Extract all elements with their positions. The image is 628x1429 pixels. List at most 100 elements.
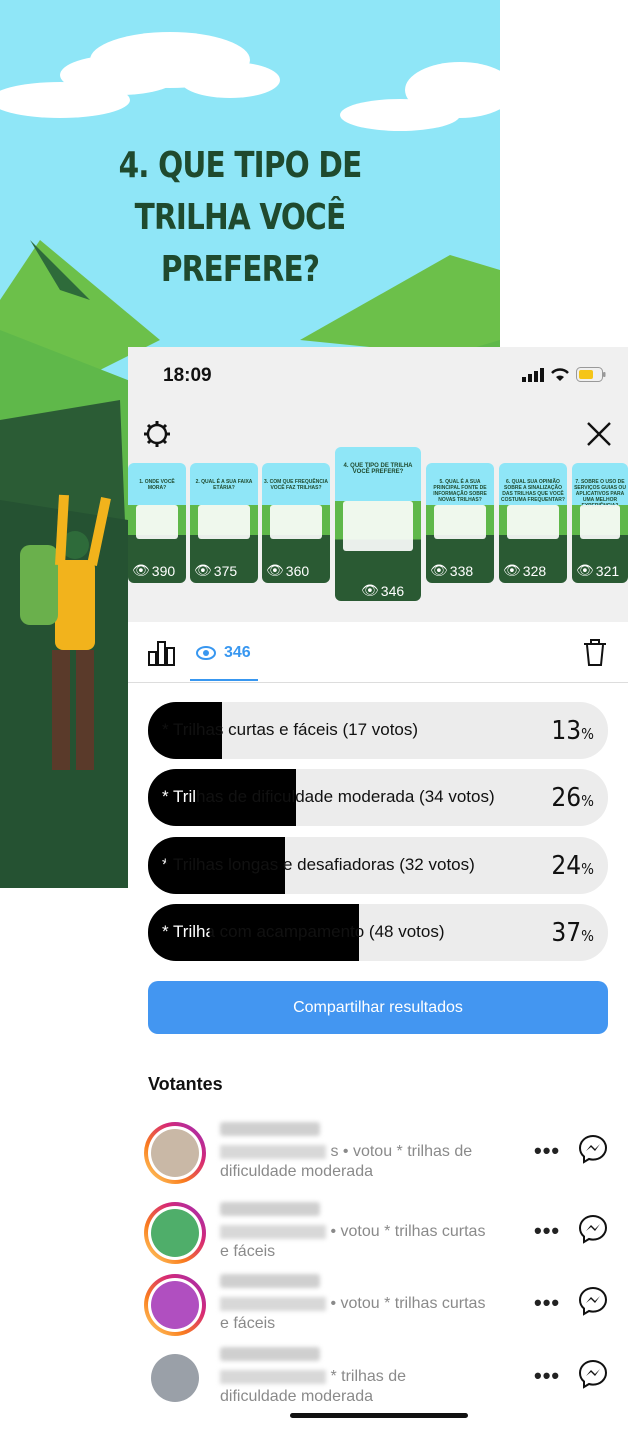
thumbnail-views: 👁 338	[430, 562, 473, 579]
thumbnail-question: 4. QUE TIPO DE TRILHA VOCÊ PREFERE?	[343, 463, 413, 475]
poll-option-label: * Trilhas de dificuldade moderada (34 vo…	[162, 787, 495, 806]
thumbnail-question: 5. QUAL É A SUA PRINCIPAL FONTE DE INFOR…	[433, 479, 487, 503]
voters-heading: Votantes	[148, 1074, 223, 1094]
voter-vote-text: • votou * trilhas curtas e fáceis	[220, 1295, 486, 1332]
redacted-name	[220, 1224, 326, 1239]
avatar[interactable]	[144, 1347, 206, 1409]
thumbnail-poll-box	[136, 505, 178, 539]
avatar[interactable]	[144, 1122, 206, 1184]
poll-option-label: * Trilhas curtas e fáceis (17 votos)	[162, 720, 419, 739]
poll-option: * Trilhas curtas e fáceis (17 votos) * Tr…	[148, 702, 608, 759]
top-bar: 18:09 1. ONDE VOCÊ MORA? 👁 390 2. QUAL É …	[128, 347, 628, 622]
story-thumbnail-5[interactable]: 5. QUAL É A SUA PRINCIPAL FONTE DE INFOR…	[426, 463, 494, 583]
eye-icon: 👁	[576, 562, 594, 578]
voter-username-redacted	[220, 1274, 320, 1288]
thumbnail-views: 👁 346	[361, 582, 404, 599]
eye-icon: 👁	[503, 562, 521, 578]
story-viewers-panel: 18:09 1. ONDE VOCÊ MORA? 👁 390 2. QUAL É …	[128, 347, 628, 1429]
redacted-name	[220, 1296, 326, 1311]
messenger-icon[interactable]	[578, 1359, 608, 1389]
story-thumbnail-3[interactable]: 3. COM QUE FREQUÊNCIA VOCÊ FAZ TRILHAS? …	[262, 463, 330, 583]
messenger-icon[interactable]	[578, 1134, 608, 1164]
story-thumbnails: 1. ONDE VOCÊ MORA? 👁 390 2. QUAL É A SUA …	[128, 447, 628, 602]
redacted-name	[220, 1369, 326, 1384]
thumbnail-poll-box	[507, 505, 559, 539]
avatar-image	[151, 1354, 199, 1402]
views-count: 321	[595, 562, 620, 579]
close-icon[interactable]	[584, 419, 614, 449]
wifi-icon	[551, 368, 569, 381]
poll-option-percent: 13%	[551, 716, 594, 746]
eye-icon: 👁	[430, 562, 448, 578]
avatar-image	[151, 1281, 199, 1329]
story-thumbnail-2[interactable]: 2. QUAL É A SUA FAIXA ETÁRIA? 👁 375	[190, 463, 258, 583]
thumbnail-views: 👁 328	[503, 562, 546, 579]
more-options-icon[interactable]: •••	[534, 1290, 560, 1316]
battery-icon	[576, 367, 606, 382]
trash-icon[interactable]	[582, 639, 608, 667]
avatar[interactable]	[144, 1274, 206, 1336]
poll-option-percent: 24%	[551, 851, 594, 881]
story-thumbnail-6[interactable]: 6. QUAL SUA OPINIÃO SOBRE A SINALIZAÇÃO …	[499, 463, 567, 583]
thumbnail-views: 👁 390	[132, 562, 175, 579]
story-thumbnail-4-selected[interactable]: 4. QUE TIPO DE TRILHA VOCÊ PREFERE? 👁 346	[335, 447, 421, 601]
voter-row[interactable]: * trilhas de dificuldade moderada •••	[142, 1347, 622, 1417]
views-count: 390	[151, 562, 176, 579]
thumbnail-poll-box	[270, 505, 322, 539]
voter-vote-text: s • votou * trilhas de dificuldade modera…	[220, 1143, 473, 1180]
views-count: 375	[213, 562, 238, 579]
voter-vote-text: * trilhas de dificuldade moderada	[220, 1368, 407, 1405]
messenger-icon[interactable]	[578, 1286, 608, 1316]
stats-tabs: 346	[128, 622, 628, 683]
thumbnail-poll-box	[343, 501, 413, 551]
poll-option: * Trilhas longas e desafiadoras (32 voto…	[148, 837, 608, 894]
voter-row[interactable]: • votou * trilhas curtas e fáceis •••	[142, 1202, 622, 1272]
voter-vote-text: • votou * trilhas curtas e fáceis	[220, 1223, 486, 1260]
story-question-title: 4. QUE TIPO DE TRILHA VOCÊ PREFERE?	[118, 145, 363, 290]
thumbnail-views: 👁 375	[194, 562, 237, 579]
signal-icon	[522, 367, 544, 382]
views-count: 346	[380, 582, 405, 599]
tab-viewers[interactable]: 346	[196, 644, 251, 662]
thumbnail-poll-box	[198, 505, 250, 539]
story-thumbnail-7[interactable]: 7. SOBRE O USO DE SERVIÇOS GUIAS OU APLI…	[572, 463, 628, 583]
more-options-icon[interactable]: •••	[534, 1363, 560, 1389]
story-thumbnail-1[interactable]: 1. ONDE VOCÊ MORA? 👁 390	[128, 463, 186, 583]
views-count: 338	[449, 562, 474, 579]
thumbnail-question: 6. QUAL SUA OPINIÃO SOBRE A SINALIZAÇÃO …	[501, 479, 565, 503]
status-time: 18:09	[163, 365, 212, 386]
active-tab-indicator	[190, 679, 258, 681]
more-options-icon[interactable]: •••	[534, 1218, 560, 1244]
status-icons	[522, 367, 606, 382]
thumbnail-views: 👁 360	[266, 562, 309, 579]
thumbnail-question: 2. QUAL É A SUA FAIXA ETÁRIA?	[195, 479, 253, 491]
thumbnail-question: 1. ONDE VOCÊ MORA?	[139, 479, 175, 491]
avatar-image	[151, 1129, 199, 1177]
voter-username-redacted	[220, 1347, 320, 1361]
voter-row[interactable]: • votou * trilhas curtas e fáceis •••	[142, 1274, 622, 1344]
eye-icon: 👁	[132, 562, 150, 578]
poll-option-percent: 26%	[551, 783, 594, 813]
thumbnail-poll-box	[434, 505, 486, 539]
redacted-name	[220, 1144, 326, 1159]
eye-icon	[196, 646, 216, 660]
home-indicator	[290, 1413, 468, 1418]
poll-option: * Trilha com acampamento (48 votos) * Tri…	[148, 904, 608, 961]
poll-option-percent: 37%	[551, 918, 594, 948]
bar-chart-icon[interactable]	[148, 640, 176, 666]
views-count: 328	[522, 562, 547, 579]
messenger-icon[interactable]	[578, 1214, 608, 1244]
share-results-button[interactable]: Compartilhar resultados	[148, 981, 608, 1034]
more-options-icon[interactable]: •••	[534, 1138, 560, 1164]
settings-gear-icon[interactable]	[142, 419, 172, 449]
poll-option-label: * Trilhas longas e desafiadoras (32 voto…	[162, 855, 475, 874]
eye-icon: 👁	[361, 582, 379, 598]
thumbnail-poll-box	[580, 505, 620, 539]
voter-username-redacted	[220, 1122, 320, 1136]
avatar[interactable]	[144, 1202, 206, 1264]
viewers-count: 346	[224, 644, 251, 661]
avatar-image	[151, 1209, 199, 1257]
thumbnail-views: 👁 321	[576, 562, 619, 579]
eye-icon: 👁	[266, 562, 284, 578]
voter-row[interactable]: s • votou * trilhas de dificuldade modera…	[142, 1122, 622, 1192]
